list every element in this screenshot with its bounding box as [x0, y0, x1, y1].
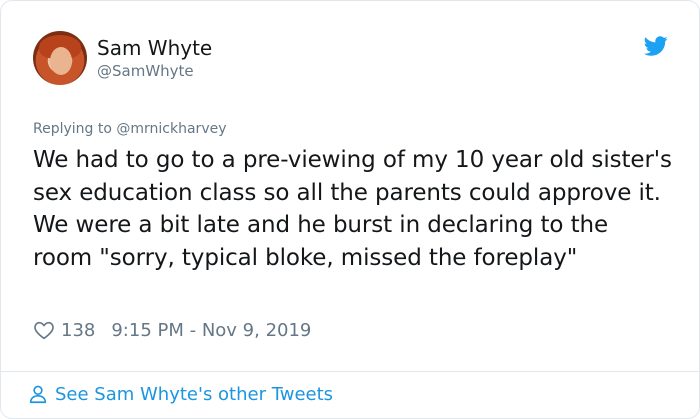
like-count[interactable]: 138	[61, 320, 95, 341]
replying-prefix: Replying to	[33, 121, 117, 137]
twitter-bird-icon[interactable]	[643, 34, 669, 58]
see-other-tweets-link[interactable]: See Sam Whyte's other Tweets	[27, 383, 333, 405]
tweet-header: Sam Whyte @SamWhyte	[33, 31, 212, 85]
see-other-tweets-label[interactable]: See Sam Whyte's other Tweets	[55, 384, 333, 405]
author-names[interactable]: Sam Whyte @SamWhyte	[97, 35, 212, 81]
author-display-name[interactable]: Sam Whyte	[97, 35, 212, 61]
author-handle[interactable]: @SamWhyte	[97, 61, 212, 81]
avatar[interactable]	[33, 31, 87, 85]
person-icon	[29, 385, 47, 404]
tweet-card: Sam Whyte @SamWhyte Replying to @mrnickh…	[0, 0, 700, 419]
reply-mention-link[interactable]: @mrnickharvey	[116, 121, 226, 137]
tweet-timestamp[interactable]: 9:15 PM - Nov 9, 2019	[111, 320, 311, 341]
tweet-text: We had to go to a pre-viewing of my 10 y…	[33, 147, 672, 271]
tweet-meta: 138 9:15 PM - Nov 9, 2019	[33, 319, 311, 341]
heart-icon[interactable]	[33, 319, 55, 341]
replying-to: Replying to @mrnickharvey	[33, 121, 227, 137]
footer-divider	[1, 371, 699, 372]
avatar-face	[50, 47, 72, 75]
